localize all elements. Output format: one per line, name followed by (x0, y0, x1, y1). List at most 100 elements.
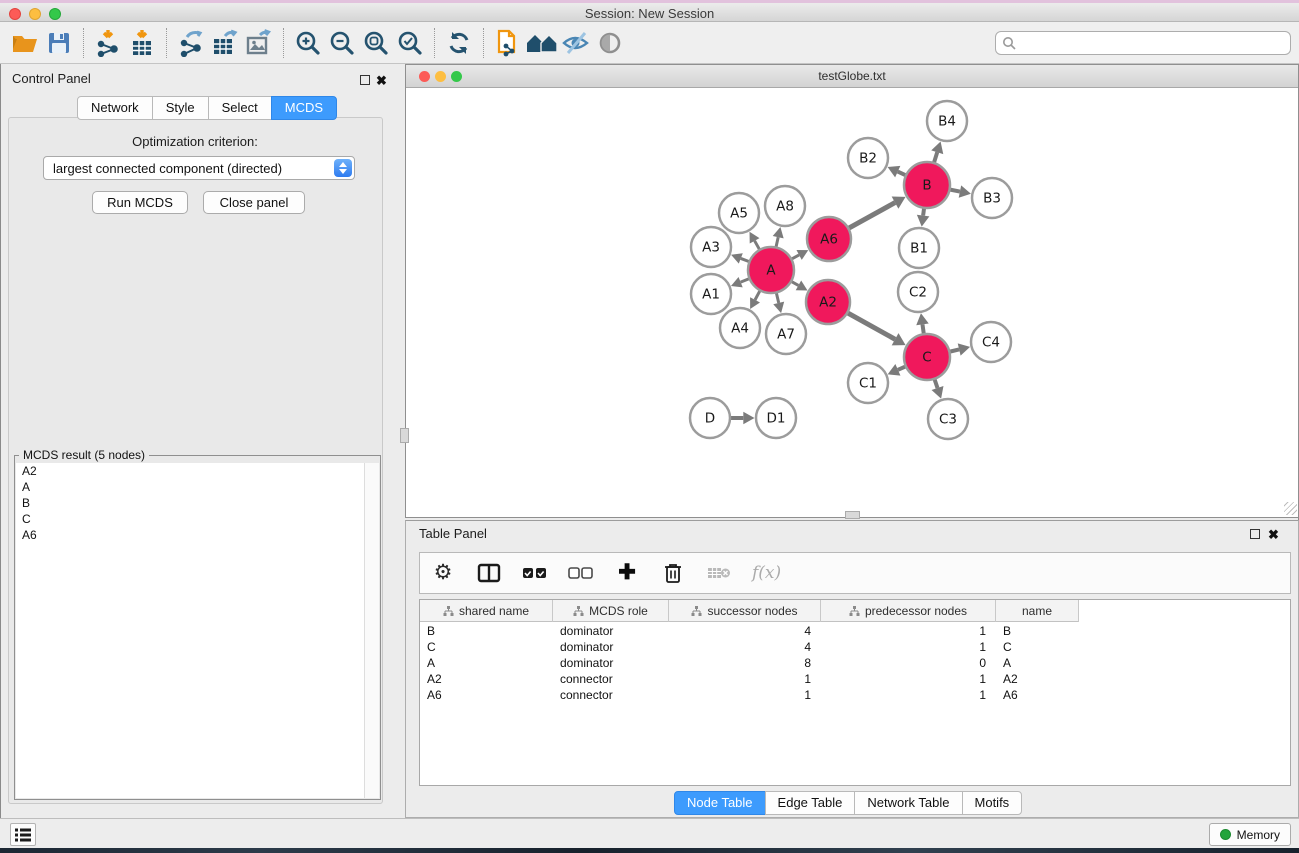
network-window-titlebar[interactable]: testGlobe.txt (406, 65, 1298, 88)
duplicate-network-button[interactable] (491, 27, 525, 59)
tab-mcds[interactable]: MCDS (271, 96, 337, 120)
column-header-predecessor-nodes[interactable]: predecessor nodes (821, 600, 996, 622)
tab-edge-table[interactable]: Edge Table (765, 791, 856, 815)
table-cell[interactable]: dominator (553, 639, 669, 655)
zoom-selected-button[interactable] (393, 27, 427, 59)
table-cell[interactable]: connector (553, 687, 669, 703)
edge-A-A6[interactable] (791, 255, 799, 259)
tab-network[interactable]: Network (77, 96, 153, 120)
table-cell[interactable]: C (996, 639, 1079, 655)
edge-A-A4[interactable] (755, 290, 760, 300)
search-field[interactable] (995, 31, 1291, 55)
zoom-in-button[interactable] (291, 27, 325, 59)
function-builder-button[interactable]: f(x) (752, 558, 781, 588)
edge-A-A3[interactable] (741, 258, 750, 261)
table-cell[interactable]: 0 (821, 655, 996, 671)
birds-eye-view-button[interactable] (593, 27, 627, 59)
result-scrollbar[interactable] (365, 463, 379, 798)
edge-B-B3[interactable] (950, 190, 960, 192)
create-column-button[interactable]: ✚ (614, 558, 640, 588)
table-row[interactable]: A6connector11A6 (420, 687, 1290, 703)
table-cell[interactable]: 4 (669, 639, 821, 655)
edge-A-A2[interactable] (791, 281, 798, 285)
table-cell[interactable]: C (420, 639, 553, 655)
zoom-out-button[interactable] (325, 27, 359, 59)
table-cell[interactable]: 1 (669, 671, 821, 687)
table-cell[interactable]: B (420, 623, 553, 639)
edge-B-B4[interactable] (934, 152, 937, 163)
table-row[interactable]: Bdominator41B (420, 623, 1290, 639)
table-row[interactable]: Adominator80A (420, 655, 1290, 671)
table-cell[interactable]: A6 (996, 687, 1079, 703)
show-panels-list-button[interactable] (10, 823, 36, 846)
edge-A-A1[interactable] (741, 279, 750, 283)
unselect-all-columns-button[interactable] (568, 558, 594, 588)
splitter-handle-bottom[interactable] (845, 511, 860, 519)
import-network-button[interactable] (91, 27, 125, 59)
result-item[interactable]: A (16, 479, 364, 495)
tab-style[interactable]: Style (152, 96, 209, 120)
table-cell[interactable]: 1 (669, 687, 821, 703)
table-cell[interactable]: 1 (821, 623, 996, 639)
edge-C-C1[interactable] (898, 366, 906, 370)
result-item[interactable]: C (16, 511, 364, 527)
hide-graphics-details-button[interactable] (559, 27, 593, 59)
delete-column-button[interactable] (660, 558, 686, 588)
table-panel-float-button[interactable] (1248, 527, 1262, 541)
table-cell[interactable]: dominator (553, 623, 669, 639)
export-image-button[interactable] (242, 27, 276, 59)
edge-A-A7[interactable] (776, 292, 778, 303)
table-cell[interactable]: dominator (553, 655, 669, 671)
edge-A-A8[interactable] (776, 237, 778, 247)
column-header-MCDS-role[interactable]: MCDS role (553, 600, 669, 622)
home-button[interactable] (525, 27, 559, 59)
table-cell[interactable]: 1 (821, 671, 996, 687)
table-cell[interactable]: A (996, 655, 1079, 671)
table-cell[interactable]: 4 (669, 623, 821, 639)
control-panel-close-button[interactable]: ✖ (376, 72, 390, 86)
network-canvas[interactable]: AA1A2A3A4A5A6A7A8BB1B2B3B4CC1C2C3C4DD1 (406, 88, 1298, 517)
control-panel-float-button[interactable] (358, 73, 372, 87)
run-mcds-button[interactable]: Run MCDS (92, 191, 188, 214)
tab-network-table[interactable]: Network Table (854, 791, 962, 815)
export-network-button[interactable] (174, 27, 208, 59)
tab-select[interactable]: Select (208, 96, 272, 120)
open-session-button[interactable] (8, 27, 42, 59)
table-cell[interactable]: A2 (996, 671, 1079, 687)
column-header-shared-name[interactable]: shared name (420, 600, 553, 622)
table-cell[interactable]: B (996, 623, 1079, 639)
splitter-handle-left[interactable] (400, 428, 409, 443)
memory-button[interactable]: Memory (1209, 823, 1291, 846)
column-header-successor-nodes[interactable]: successor nodes (669, 600, 821, 622)
table-cell[interactable]: connector (553, 671, 669, 687)
show-column-button[interactable] (476, 558, 502, 588)
table-cell[interactable]: 1 (821, 639, 996, 655)
criterion-dropdown[interactable]: largest connected component (directed) (43, 156, 355, 180)
table-row[interactable]: Cdominator41C (420, 639, 1290, 655)
select-all-columns-button[interactable] (522, 558, 548, 588)
edge-A6-B[interactable] (848, 203, 895, 229)
edge-C-C4[interactable] (949, 349, 959, 351)
edge-C-C3[interactable] (934, 379, 937, 388)
table-cell[interactable]: A2 (420, 671, 553, 687)
table-row[interactable]: A2connector11A2 (420, 671, 1290, 687)
zoom-fit-button[interactable] (359, 27, 393, 59)
tab-motifs[interactable]: Motifs (962, 791, 1023, 815)
table-settings-button[interactable]: ⚙ (430, 558, 456, 588)
result-item[interactable]: B (16, 495, 364, 511)
table-panel-close-button[interactable]: ✖ (1268, 526, 1282, 540)
tab-node-table[interactable]: Node Table (674, 791, 766, 815)
edge-A-A5[interactable] (755, 241, 760, 250)
delete-table-button[interactable] (706, 558, 732, 588)
edge-C-C2[interactable] (922, 324, 923, 334)
result-item[interactable]: A2 (16, 463, 364, 479)
edge-B-B2[interactable] (898, 172, 906, 176)
table-cell[interactable]: 1 (821, 687, 996, 703)
table-cell[interactable]: 8 (669, 655, 821, 671)
edge-A2-C[interactable] (847, 313, 895, 340)
table-cell[interactable]: A (420, 655, 553, 671)
search-input[interactable] (1016, 36, 1284, 50)
result-item[interactable]: A6 (16, 527, 364, 543)
refresh-button[interactable] (442, 27, 476, 59)
close-panel-button[interactable]: Close panel (203, 191, 305, 214)
